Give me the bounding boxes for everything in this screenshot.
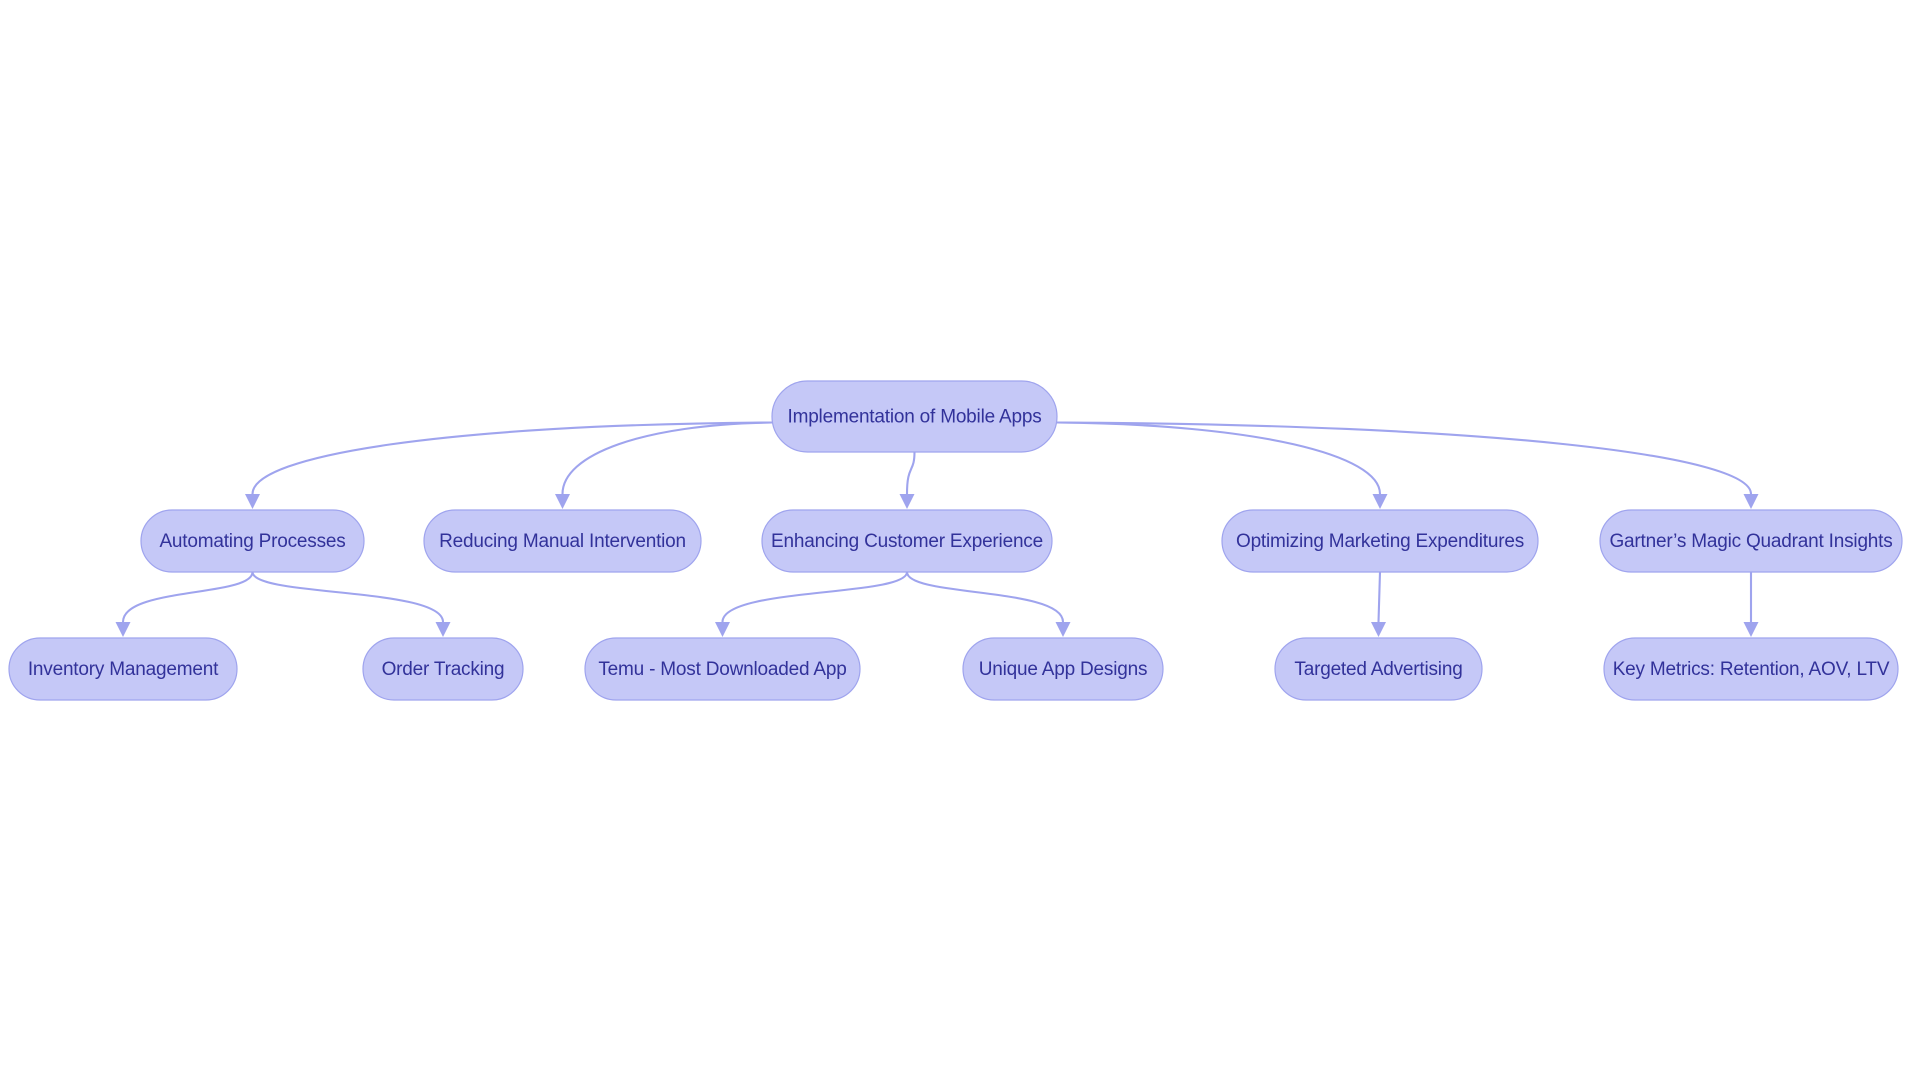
- arrowhead-icon: [115, 622, 131, 637]
- node-enhancing-customer-experience[interactable]: Enhancing Customer Experience: [761, 509, 1053, 573]
- edge-line: [251, 421, 774, 496]
- edge-enhancing-customer-experience-to-unique-app-designs: [905, 570, 1071, 637]
- node-shape[interactable]: [423, 509, 702, 573]
- node-shape[interactable]: [1603, 637, 1899, 701]
- node-shape[interactable]: [140, 509, 365, 573]
- arrowhead-icon: [435, 622, 451, 637]
- node-shape[interactable]: [1221, 509, 1539, 573]
- flowchart-diagram: Implementation of Mobile Apps Automating …: [8, 380, 1903, 701]
- edge-implementation-of-mobile-apps-to-gartner-s-magic-quadrant-insights: [1055, 421, 1759, 509]
- edge-line: [121, 570, 254, 624]
- arrowhead-icon: [1371, 622, 1386, 637]
- edge-implementation-of-mobile-apps-to-reducing-manual-intervention: [555, 421, 774, 509]
- node-automating-processes[interactable]: Automating Processes: [140, 509, 365, 573]
- edge-line: [1055, 421, 1753, 496]
- edge-implementation-of-mobile-apps-to-enhancing-customer-experience: [899, 450, 916, 509]
- nodes-layer: Implementation of Mobile Apps Automating …: [8, 380, 1903, 701]
- edge-enhancing-customer-experience-to-temu-most-downloaded-app: [715, 570, 909, 637]
- edge-implementation-of-mobile-apps-to-automating-processes: [245, 421, 774, 509]
- node-shape[interactable]: [761, 509, 1053, 573]
- node-targeted-advertising[interactable]: Targeted Advertising: [1274, 637, 1483, 701]
- node-key-metrics-retention-aov-ltv[interactable]: Key Metrics: Retention, AOV, LTV: [1603, 637, 1899, 701]
- node-shape[interactable]: [1274, 637, 1483, 701]
- node-gartner-s-magic-quadrant-insights[interactable]: Gartner’s Magic Quadrant Insights: [1599, 509, 1903, 573]
- arrowhead-icon: [1372, 494, 1388, 509]
- node-reducing-manual-intervention[interactable]: Reducing Manual Intervention: [423, 509, 702, 573]
- node-inventory-management[interactable]: Inventory Management: [8, 637, 238, 701]
- edge-implementation-of-mobile-apps-to-optimizing-marketing-expenditures: [1055, 421, 1388, 509]
- node-implementation-of-mobile-apps[interactable]: Implementation of Mobile Apps: [771, 380, 1058, 453]
- arrowhead-icon: [1055, 622, 1071, 637]
- node-shape[interactable]: [584, 637, 861, 701]
- edge-gartner-s-magic-quadrant-insights-to-key-metrics-retention-aov-ltv: [1743, 570, 1759, 637]
- edge-line: [1055, 421, 1382, 496]
- arrowhead-icon: [715, 622, 730, 637]
- edge-line: [251, 570, 445, 624]
- node-unique-app-designs[interactable]: Unique App Designs: [962, 637, 1164, 701]
- node-optimizing-marketing-expenditures[interactable]: Optimizing Marketing Expenditures: [1221, 509, 1539, 573]
- arrowhead-icon: [245, 494, 260, 509]
- node-temu-most-downloaded-app[interactable]: Temu - Most Downloaded App: [584, 637, 861, 701]
- edge-line: [561, 421, 774, 496]
- arrowhead-icon: [1743, 494, 1759, 509]
- node-shape[interactable]: [362, 637, 524, 701]
- edge-automating-processes-to-order-tracking: [251, 570, 451, 637]
- node-shape[interactable]: [771, 380, 1058, 453]
- node-order-tracking[interactable]: Order Tracking: [362, 637, 524, 701]
- arrowhead-icon: [555, 494, 570, 509]
- edge-line: [1377, 570, 1382, 624]
- node-shape[interactable]: [962, 637, 1164, 701]
- edge-line: [905, 570, 1065, 624]
- edge-line: [905, 450, 916, 496]
- edge-optimizing-marketing-expenditures-to-targeted-advertising: [1371, 570, 1386, 637]
- node-shape[interactable]: [8, 637, 238, 701]
- flowchart-canvas: Implementation of Mobile Apps Automating …: [0, 0, 1920, 1083]
- arrowhead-icon: [899, 494, 915, 509]
- edge-line: [721, 570, 909, 624]
- arrowhead-icon: [1743, 622, 1759, 637]
- edge-automating-processes-to-inventory-management: [115, 570, 254, 637]
- node-shape[interactable]: [1599, 509, 1903, 573]
